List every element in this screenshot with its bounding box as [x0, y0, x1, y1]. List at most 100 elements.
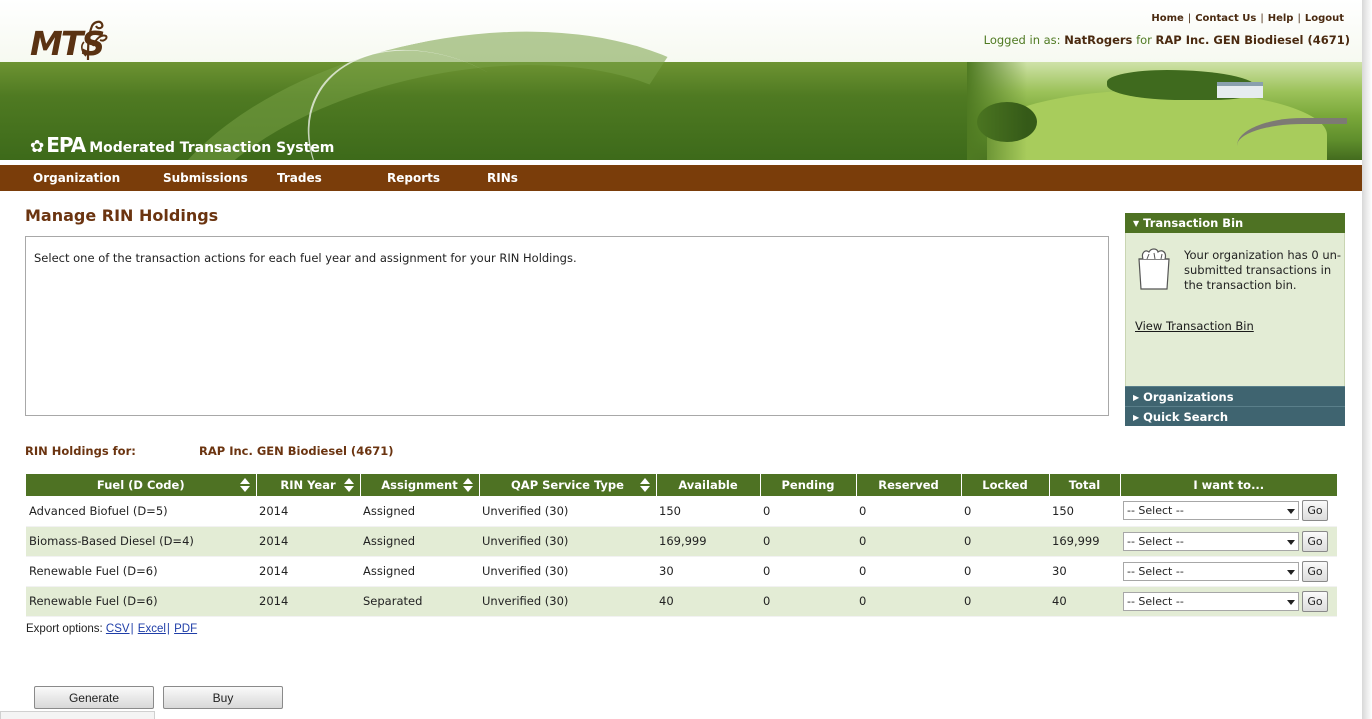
holdings-organization: RAP Inc. GEN Biodiesel (4671) [199, 444, 394, 458]
bottom-scroll-strip [0, 711, 155, 719]
export-pdf-link[interactable]: PDF [174, 623, 197, 635]
action-select[interactable]: -- Select -- [1123, 501, 1299, 521]
transaction-bin-header[interactable]: ▼ Transaction Bin [1125, 213, 1345, 233]
column-header-locked: Locked [961, 474, 1050, 496]
cell-qap-service-type: Unverified (30) [479, 556, 656, 587]
cell-reserved: 0 [856, 496, 961, 527]
cell-available: 40 [656, 586, 760, 617]
caret-right-icon: ▶ [1133, 393, 1140, 402]
logged-in-for: for [1136, 33, 1152, 47]
column-header-reserved: Reserved [856, 474, 962, 496]
quick-search-panel-toggle[interactable]: ▶ Quick Search [1125, 406, 1345, 426]
logged-in-user: NatRogers [1064, 33, 1133, 47]
column-header-qap-service-type[interactable]: QAP Service Type [479, 474, 657, 496]
export-excel-link[interactable]: Excel [138, 623, 166, 635]
logged-in-organization: RAP Inc. GEN Biodiesel (4671) [1155, 33, 1350, 47]
main-nav: Organization Submissions Trades Reports … [0, 165, 1362, 191]
cell-pending: 0 [760, 556, 856, 587]
nav-submissions[interactable]: Submissions [163, 171, 248, 185]
nav-reports[interactable]: Reports [387, 171, 440, 185]
nav-rins[interactable]: RINs [487, 171, 518, 185]
view-transaction-bin-link[interactable]: View Transaction Bin [1135, 319, 1254, 333]
cell-rin-year: 2014 [256, 556, 360, 587]
transaction-bin-title: Transaction Bin [1143, 216, 1244, 230]
table-row: Renewable Fuel (D=6) 2014 Separated Unve… [26, 586, 1337, 617]
cell-total: 40 [1049, 586, 1120, 617]
column-header-pending: Pending [760, 474, 857, 496]
sort-icon[interactable] [239, 478, 250, 492]
sort-icon[interactable] [639, 478, 650, 492]
epa-system-title: ✿ EPA Moderated Transaction System [30, 133, 334, 157]
nav-trades[interactable]: Trades [277, 171, 322, 185]
table-row: Biomass-Based Diesel (D=4) 2014 Assigned… [26, 526, 1337, 557]
cell-available: 169,999 [656, 526, 760, 557]
header-banner: MTS ✿ EPA Moderated Transaction System Hom… [0, 0, 1362, 160]
go-button[interactable]: Go [1302, 500, 1328, 522]
column-header-fuel[interactable]: Fuel (D Code) [26, 474, 257, 496]
generate-button[interactable]: Generate [34, 686, 154, 709]
mts-logo[interactable]: MTS [30, 16, 110, 76]
cell-locked: 0 [961, 586, 1049, 617]
cell-available: 30 [656, 556, 760, 587]
epa-wordmark: EPA [46, 133, 86, 157]
go-button[interactable]: Go [1302, 590, 1328, 612]
cell-pending: 0 [760, 526, 856, 557]
nav-organization[interactable]: Organization [33, 171, 120, 185]
transaction-bin-message: Your organization has 0 un-submitted tra… [1184, 248, 1342, 292]
sort-icon[interactable] [343, 478, 354, 492]
action-select[interactable]: -- Select -- [1123, 531, 1299, 551]
cell-pending: 0 [760, 496, 856, 527]
action-select-value: -- Select -- [1127, 534, 1184, 548]
organizations-panel-toggle[interactable]: ▶ Organizations [1125, 386, 1345, 406]
export-options: Export options: CSV| Excel| PDF [26, 623, 198, 635]
page-title: Manage RIN Holdings [25, 206, 219, 225]
transaction-bin-body: Your organization has 0 un-submitted tra… [1125, 233, 1345, 386]
home-link[interactable]: Home [1151, 13, 1183, 24]
column-header-total: Total [1049, 474, 1121, 496]
instructions-text: Select one of the transaction actions fo… [34, 251, 577, 265]
cell-locked: 0 [961, 526, 1049, 557]
cell-rin-year: 2014 [256, 496, 360, 527]
contact-us-link[interactable]: Contact Us [1195, 13, 1256, 24]
rin-holdings-table: Fuel (D Code) RIN Year Assignment QAP Se… [26, 474, 1337, 617]
cell-action: -- Select -- Go [1120, 556, 1337, 587]
table-header-row: Fuel (D Code) RIN Year Assignment QAP Se… [26, 474, 1337, 496]
logged-in-prefix: Logged in as: [983, 33, 1061, 47]
cell-locked: 0 [961, 496, 1049, 527]
go-button[interactable]: Go [1302, 530, 1328, 552]
cell-total: 169,999 [1049, 526, 1120, 557]
cell-available: 150 [656, 496, 760, 527]
column-header-assignment[interactable]: Assignment [360, 474, 480, 496]
action-select-value: -- Select -- [1127, 594, 1184, 608]
help-link[interactable]: Help [1268, 13, 1294, 24]
buy-button[interactable]: Buy [163, 686, 283, 709]
go-button[interactable]: Go [1302, 560, 1328, 582]
utility-links: Home | Contact Us | Help | Logout [1151, 13, 1344, 24]
column-header-available: Available [656, 474, 761, 496]
cell-fuel: Renewable Fuel (D=6) [26, 556, 256, 587]
instructions-box: Select one of the transaction actions fo… [25, 236, 1109, 416]
side-panel: ▼ Transaction Bin Your organization has 0… [1125, 213, 1345, 426]
column-header-rin-year[interactable]: RIN Year [256, 474, 361, 496]
chevron-down-icon [1287, 599, 1295, 605]
caret-down-icon: ▼ [1133, 219, 1140, 228]
transaction-bin-icon [1138, 248, 1170, 290]
system-name: Moderated Transaction System [89, 140, 335, 156]
export-csv-link[interactable]: CSV [106, 623, 130, 635]
holdings-label: RIN Holdings for: [25, 444, 136, 458]
organizations-label: Organizations [1143, 390, 1234, 404]
action-select[interactable]: -- Select -- [1123, 591, 1299, 611]
logout-link[interactable]: Logout [1305, 13, 1344, 24]
action-select-value: -- Select -- [1127, 504, 1184, 518]
cell-action: -- Select -- Go [1120, 526, 1337, 557]
chevron-down-icon [1287, 539, 1295, 545]
cell-qap-service-type: Unverified (30) [479, 496, 656, 527]
cell-assignment: Separated [360, 586, 479, 617]
action-select[interactable]: -- Select -- [1123, 561, 1299, 581]
column-header-action: I want to... [1120, 474, 1337, 496]
cell-rin-year: 2014 [256, 526, 360, 557]
cell-action: -- Select -- Go [1120, 496, 1337, 527]
sort-icon[interactable] [462, 478, 473, 492]
cell-fuel: Advanced Biofuel (D=5) [26, 496, 256, 527]
cell-action: -- Select -- Go [1120, 586, 1337, 617]
